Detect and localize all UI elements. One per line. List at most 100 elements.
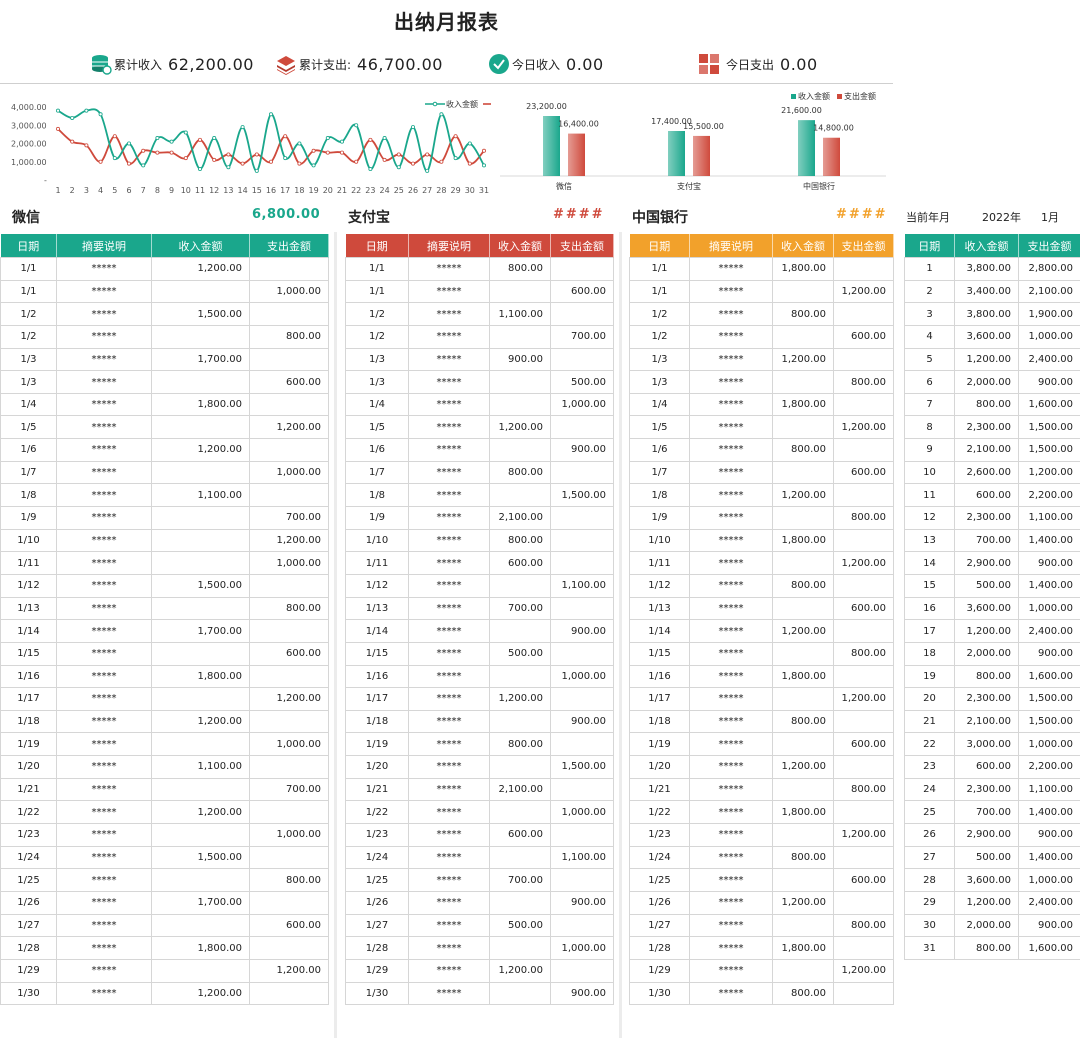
table-cell: 27: [904, 845, 955, 870]
table-cell: [772, 913, 834, 938]
x-tick-label: 2: [70, 186, 75, 195]
table-cell: *****: [56, 573, 152, 598]
table-cell: 1/27: [629, 913, 690, 938]
x-tick-label: 19: [309, 186, 319, 195]
table-cell: 600.00: [249, 641, 329, 666]
table-row: 1/7 ***** 800.00: [345, 460, 614, 485]
x-tick-label: 21: [337, 186, 347, 195]
table-cell: 1/22: [345, 800, 409, 825]
data-point: [254, 168, 259, 173]
table-row: 9 2,100.00 1,500.00: [904, 438, 1080, 462]
table-cell: *****: [408, 347, 490, 372]
table-row: 28 3,600.00 1,000.00: [904, 868, 1080, 892]
table-cell: [772, 596, 834, 621]
table-cell: 3,600.00: [954, 596, 1019, 621]
table-cell: 1/22: [629, 800, 690, 825]
table-row: 1/20 ***** 1,200.00: [629, 755, 894, 779]
table-cell: *****: [56, 823, 152, 847]
table-cell: 1,800.00: [772, 528, 834, 553]
table-cell: 1/9: [629, 506, 690, 530]
table-cell: [489, 890, 551, 915]
table-cell: 1/8: [345, 483, 409, 508]
table-cell: 1,800.00: [772, 800, 834, 825]
x-tick-label: 4: [98, 186, 103, 195]
table-cell: 1/1: [0, 257, 57, 281]
table-cell: 2,300.00: [954, 506, 1019, 530]
table-cell: *****: [689, 573, 773, 598]
data-point: [226, 152, 231, 157]
table-cell: 2,200.00: [1018, 483, 1080, 508]
table-cell: 1,100.00: [1018, 777, 1080, 802]
legend-swatch: [837, 94, 842, 99]
table-cell: 800.00: [954, 392, 1019, 417]
table-row: 1/23 ***** 1,000.00: [0, 823, 329, 847]
table-row: 1/18 ***** 900.00: [345, 709, 614, 734]
table-cell: 1/1: [0, 279, 57, 304]
table-cell: *****: [689, 257, 773, 281]
table-cell: 2,100.00: [489, 777, 551, 802]
table-cell: 600.00: [833, 732, 894, 757]
table-cell: 1,600.00: [1018, 664, 1080, 689]
table-row: 1/5 ***** 1,200.00: [0, 415, 329, 440]
boc-title: 中国银行: [632, 210, 688, 226]
table-cell: 7: [904, 392, 955, 417]
table-row: 1/3 ***** 800.00: [629, 370, 894, 394]
table-row: 18 2,000.00 900.00: [904, 641, 1080, 666]
table-cell: 1,200.00: [489, 415, 551, 440]
table-row: 1/24 ***** 1,500.00: [0, 845, 329, 870]
table-cell: 1,700.00: [151, 619, 250, 643]
table-cell: 1/29: [345, 958, 409, 983]
table-cell: 1,900.00: [1018, 302, 1080, 326]
table-row: 11 600.00 2,200.00: [904, 483, 1080, 508]
table-cell: 1/26: [629, 890, 690, 915]
table-row: 4 3,600.00 1,000.00: [904, 324, 1080, 349]
coin-stack-icon: [92, 55, 112, 75]
table-cell: 1,600.00: [1018, 392, 1080, 417]
table-cell: [833, 573, 894, 598]
table-row: 13 700.00 1,400.00: [904, 528, 1080, 553]
table-cell: 1,200.00: [833, 279, 894, 304]
table-cell: 1,800.00: [772, 392, 834, 417]
x-tick-label: 30: [465, 186, 475, 195]
table-cell: *****: [56, 845, 152, 870]
table-row: 1/22 ***** 1,000.00: [345, 800, 614, 825]
table-cell: 2,100.00: [489, 506, 551, 530]
table-cell: [550, 823, 614, 847]
table-cell: 600.00: [833, 460, 894, 485]
table-row: 1/19 ***** 1,000.00: [0, 732, 329, 757]
x-tick-label: 20: [323, 186, 333, 195]
table-cell: 3,400.00: [954, 279, 1019, 304]
table-cell: [249, 619, 329, 643]
table-cell: 700.00: [954, 528, 1019, 553]
table-cell: 800.00: [249, 324, 329, 349]
table-cell: *****: [56, 596, 152, 621]
table-cell: *****: [689, 347, 773, 372]
data-point: [410, 161, 415, 166]
table-cell: [772, 823, 834, 847]
data-point: [226, 165, 231, 170]
table-cell: 1,100.00: [550, 573, 614, 598]
table-cell: *****: [689, 392, 773, 417]
table-row: 1/20 ***** 1,500.00: [345, 755, 614, 779]
table-cell: 1/3: [0, 347, 57, 372]
table-cell: *****: [56, 868, 152, 892]
table-row: 1/22 ***** 1,200.00: [0, 800, 329, 825]
data-point: [368, 137, 373, 142]
table-cell: *****: [408, 981, 490, 1006]
table-cell: 1,000.00: [550, 936, 614, 960]
column-separator: [619, 232, 622, 1038]
table-cell: 1,200.00: [151, 800, 250, 825]
table-cell: 1,000.00: [249, 732, 329, 757]
table-cell: 1,200.00: [833, 823, 894, 847]
table-cell: [772, 415, 834, 440]
table-cell: *****: [689, 936, 773, 960]
x-tick-label: 5: [112, 186, 117, 195]
page-title: 出纳月报表: [394, 10, 499, 34]
data-point: [481, 148, 486, 153]
table-cell: 900.00: [1018, 823, 1080, 847]
table-cell: *****: [56, 619, 152, 643]
table-row: 1/1 ***** 1,000.00: [0, 279, 329, 304]
table-cell: 800.00: [833, 506, 894, 530]
table-cell: 900.00: [1018, 370, 1080, 394]
data-point: [127, 161, 132, 166]
